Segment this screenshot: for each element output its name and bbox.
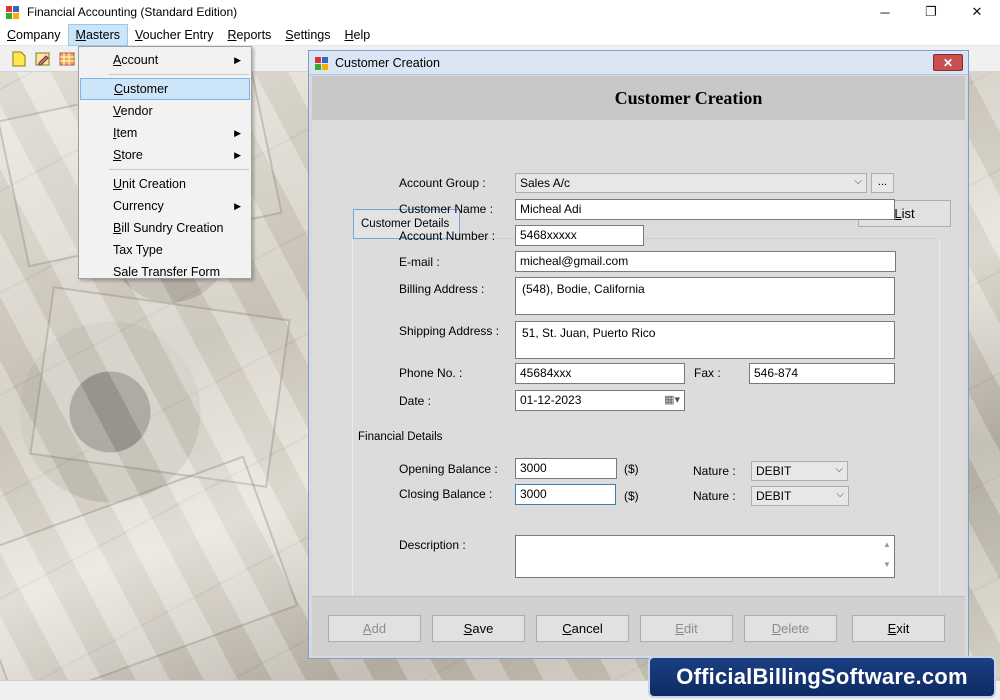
menu-item-bill-sundry-creation[interactable]: Bill Sundry Creation bbox=[79, 217, 251, 239]
edit-note-icon[interactable] bbox=[34, 50, 52, 68]
email-label: E-mail : bbox=[399, 255, 440, 269]
calendar-icon[interactable]: ▦▾ bbox=[664, 393, 680, 408]
date-picker[interactable]: 01-12-2023 ▦▾ bbox=[515, 390, 685, 411]
dialog-header: Customer Creation bbox=[312, 76, 965, 120]
new-document-icon[interactable] bbox=[10, 50, 28, 68]
save-button[interactable]: Save bbox=[432, 615, 525, 642]
fax-label: Fax : bbox=[694, 366, 721, 380]
opening-currency-label: ($) bbox=[624, 462, 639, 476]
background-banknote bbox=[29, 286, 291, 488]
menu-item-sale-transfer-form[interactable]: Sale Transfer Form bbox=[79, 261, 251, 283]
submenu-arrow-icon: ▶ bbox=[234, 150, 241, 160]
account-group-select[interactable]: Sales A/c ⌵ bbox=[515, 173, 867, 193]
closing-nature-select[interactable]: DEBIT ⌵ bbox=[751, 486, 849, 506]
app-titlebar: Financial Accounting (Standard Edition) … bbox=[0, 0, 1000, 24]
billing-address-label: Billing Address : bbox=[399, 282, 485, 296]
menu-separator bbox=[109, 169, 249, 170]
submenu-arrow-icon: ▶ bbox=[234, 201, 241, 211]
account-group-label: Account Group : bbox=[399, 176, 486, 190]
app-logo-icon bbox=[5, 4, 21, 20]
phone-label: Phone No. : bbox=[399, 366, 463, 380]
phone-field[interactable]: 45684xxx bbox=[515, 363, 685, 384]
calendar-grid-icon[interactable] bbox=[58, 50, 76, 68]
customer-creation-dialog: Customer Creation ✕ Customer Creation Li… bbox=[308, 50, 969, 659]
dialog-body: List Customer Details Account Group : Sa… bbox=[312, 120, 965, 598]
menu-company[interactable]: Company bbox=[0, 24, 68, 46]
exit-button[interactable]: Exit bbox=[852, 615, 945, 642]
menu-masters[interactable]: Masters bbox=[67, 23, 128, 46]
shipping-address-field[interactable]: 51, St. Juan, Puerto Rico bbox=[515, 321, 895, 359]
menu-voucher-entry[interactable]: Voucher Entry bbox=[128, 24, 221, 46]
menu-settings[interactable]: Settings bbox=[278, 24, 337, 46]
edit-button[interactable]: Edit bbox=[640, 615, 733, 642]
fax-field[interactable]: 546-874 bbox=[749, 363, 895, 384]
page-title: Customer Creation bbox=[614, 87, 763, 108]
shipping-address-label: Shipping Address : bbox=[399, 324, 500, 338]
close-button[interactable]: ✕ bbox=[954, 0, 1000, 24]
dialog-close-button[interactable]: ✕ bbox=[933, 54, 963, 71]
action-button-bar: Add Save Cancel Edit Delete Exit bbox=[312, 596, 965, 656]
window-title: Financial Accounting (Standard Edition) bbox=[27, 5, 238, 19]
menu-item-store[interactable]: Store ▶ bbox=[79, 144, 251, 166]
menu-reports[interactable]: Reports bbox=[221, 24, 279, 46]
menu-separator bbox=[109, 74, 249, 75]
closing-nature-label: Nature : bbox=[693, 489, 736, 503]
app-logo-icon bbox=[314, 55, 330, 71]
customer-name-label: Customer Name : bbox=[399, 202, 494, 216]
chevron-down-icon: ⌵ bbox=[836, 489, 844, 500]
scrollbar[interactable]: ▲ ▼ bbox=[883, 540, 891, 570]
menu-bar: Company Masters Voucher Entry Reports Se… bbox=[0, 23, 1000, 46]
menu-item-vendor[interactable]: Vendor bbox=[79, 100, 251, 122]
maximize-button[interactable]: ❐ bbox=[908, 0, 954, 24]
scroll-down-icon[interactable]: ▼ bbox=[883, 560, 891, 569]
financial-details-heading: Financial Details bbox=[358, 431, 443, 443]
submenu-arrow-icon: ▶ bbox=[234, 128, 241, 138]
masters-dropdown-menu: Account ▶ Customer Vendor Item ▶ Store ▶ Un… bbox=[78, 46, 252, 279]
add-button[interactable]: Add bbox=[328, 615, 421, 642]
delete-button[interactable]: Delete bbox=[744, 615, 837, 642]
menu-item-item[interactable]: Item ▶ bbox=[79, 122, 251, 144]
menu-item-tax-type[interactable]: Tax Type bbox=[79, 239, 251, 261]
closing-balance-field[interactable]: 3000 bbox=[515, 484, 616, 505]
minimize-button[interactable]: ─ bbox=[862, 0, 908, 24]
scroll-up-icon[interactable]: ▲ bbox=[883, 540, 891, 549]
description-label: Description : bbox=[399, 538, 466, 552]
cancel-button[interactable]: Cancel bbox=[536, 615, 629, 642]
description-field[interactable]: ▲ ▼ bbox=[515, 535, 895, 578]
email-field[interactable]: micheal@gmail.com bbox=[515, 251, 896, 272]
menu-item-currency[interactable]: Currency ▶ bbox=[79, 195, 251, 217]
account-number-field[interactable]: 5468xxxxx bbox=[515, 225, 644, 246]
menu-item-customer[interactable]: Customer bbox=[80, 78, 250, 100]
menu-item-account[interactable]: Account ▶ bbox=[79, 49, 251, 71]
date-label: Date : bbox=[399, 394, 432, 408]
opening-balance-field[interactable]: 3000 bbox=[515, 458, 617, 479]
closing-balance-label: Closing Balance : bbox=[399, 487, 493, 501]
opening-nature-label: Nature : bbox=[693, 464, 736, 478]
closing-currency-label: ($) bbox=[624, 489, 639, 503]
watermark-banner: OfficialBillingSoftware.com bbox=[648, 656, 996, 698]
menu-item-unit-creation[interactable]: Unit Creation bbox=[79, 173, 251, 195]
background-banknote bbox=[0, 455, 299, 680]
dialog-title: Customer Creation bbox=[335, 55, 440, 70]
chevron-down-icon: ⌵ bbox=[854, 176, 862, 187]
account-number-label: Account Number : bbox=[399, 229, 496, 243]
menu-help[interactable]: Help bbox=[337, 24, 377, 46]
customer-name-field[interactable]: Micheal Adi bbox=[515, 199, 895, 220]
account-group-browse-button[interactable]: ... bbox=[871, 173, 894, 193]
billing-address-field[interactable]: (548), Bodie, California bbox=[515, 277, 895, 315]
opening-nature-select[interactable]: DEBIT ⌵ bbox=[751, 461, 848, 481]
chevron-down-icon: ⌵ bbox=[835, 464, 843, 475]
submenu-arrow-icon: ▶ bbox=[234, 55, 241, 65]
dialog-titlebar: Customer Creation ✕ bbox=[309, 51, 968, 75]
opening-balance-label: Opening Balance : bbox=[399, 462, 498, 476]
